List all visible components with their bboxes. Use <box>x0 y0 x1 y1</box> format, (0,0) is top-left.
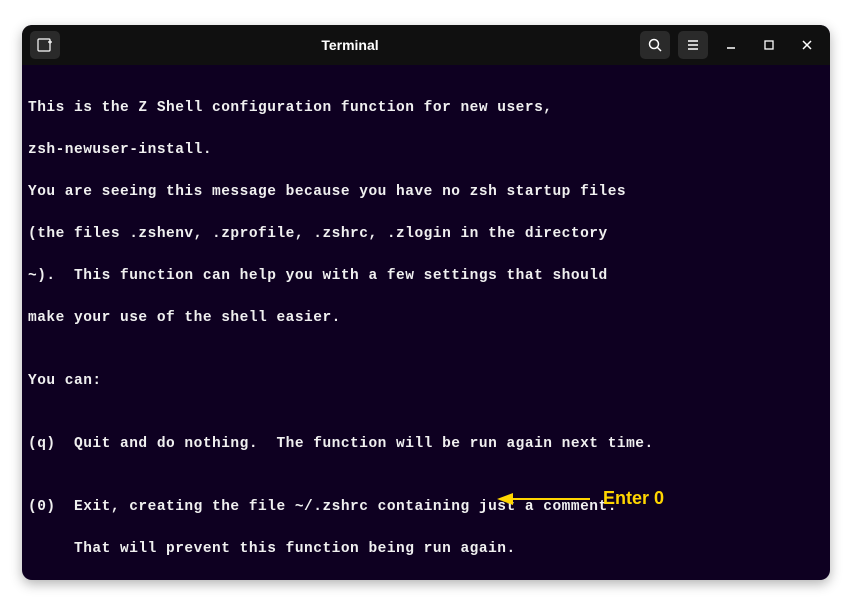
maximize-button[interactable] <box>754 31 784 59</box>
terminal-line: That will prevent this function being ru… <box>28 539 824 560</box>
terminal-line: This is the Z Shell configuration functi… <box>28 98 824 119</box>
terminal-line: (q) Quit and do nothing. The function wi… <box>28 434 824 455</box>
terminal-line: You are seeing this message because you … <box>28 182 824 203</box>
menu-button[interactable] <box>678 31 708 59</box>
window-title: Terminal <box>60 37 640 53</box>
terminal-line: You can: <box>28 371 824 392</box>
terminal-window: Terminal <box>22 25 830 580</box>
terminal-line: make your use of the shell easier. <box>28 308 824 329</box>
terminal-line: zsh-newuser-install. <box>28 140 824 161</box>
close-button[interactable] <box>792 31 822 59</box>
title-bar: Terminal <box>22 25 830 65</box>
new-tab-button[interactable] <box>30 31 60 59</box>
search-button[interactable] <box>640 31 670 59</box>
terminal-line: (the files .zshenv, .zprofile, .zshrc, .… <box>28 224 824 245</box>
terminal-content[interactable]: This is the Z Shell configuration functi… <box>22 65 830 580</box>
minimize-button[interactable] <box>716 31 746 59</box>
terminal-line: (0) Exit, creating the file ~/.zshrc con… <box>28 497 824 518</box>
terminal-line: ~). This function can help you with a fe… <box>28 266 824 287</box>
